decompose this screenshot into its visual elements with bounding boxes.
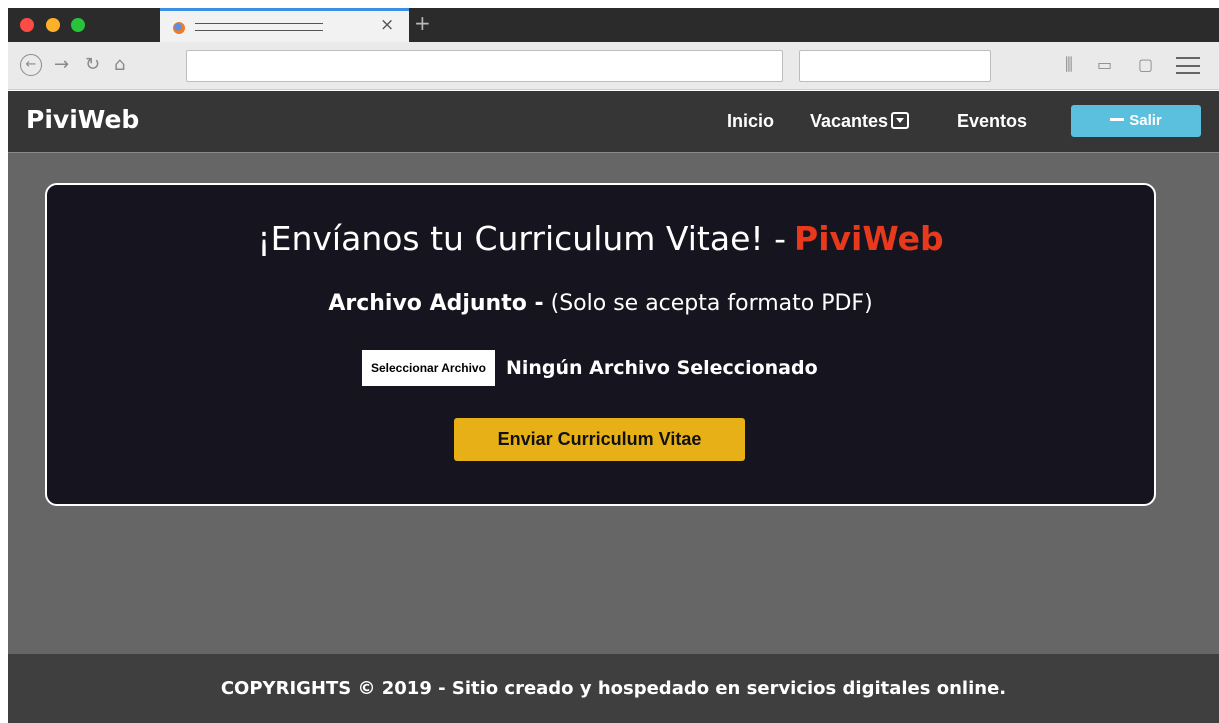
- browser-toolbar: ← → ↻ ⌂ ⫼ ▭ ▢: [8, 42, 1219, 90]
- minimize-window-button[interactable]: [46, 18, 60, 32]
- logout-button[interactable]: Salir: [1071, 105, 1201, 137]
- browser-tab[interactable]: ×: [160, 8, 409, 42]
- attachment-label: Archivo Adjunto -: [328, 291, 544, 316]
- brand-logo[interactable]: PiviWeb: [26, 105, 139, 134]
- nav-vacantes-label: Vacantes: [810, 111, 889, 131]
- nav-eventos[interactable]: Eventos: [957, 111, 1027, 132]
- library-icon[interactable]: ⫼: [1065, 54, 1073, 76]
- file-picker: Seleccionar Archivo Ningún Archivo Selecc…: [362, 350, 818, 386]
- dropdown-caret-icon: [891, 112, 910, 129]
- browser-search-input[interactable]: [799, 50, 991, 82]
- sidebar-icon[interactable]: ▢: [1138, 54, 1153, 76]
- reload-icon[interactable]: ↻: [85, 54, 100, 76]
- file-status: Ningún Archivo Seleccionado: [505, 357, 818, 379]
- site-footer: COPYRIGHTS © 2019 - Sitio creado y hospe…: [8, 654, 1219, 723]
- tab-title-placeholder: [195, 23, 323, 31]
- select-file-button[interactable]: Seleccionar Archivo: [362, 350, 495, 386]
- upload-card: ¡Envíanos tu Curriculum Vitae! - PiviWeb …: [45, 183, 1156, 506]
- close-window-button[interactable]: [20, 18, 34, 32]
- attachment-note: (Solo se acepta formato PDF): [550, 291, 873, 316]
- page-title-brand: PiviWeb: [794, 219, 944, 258]
- attachment-instructions: Archivo Adjunto - (Solo se acepta format…: [47, 291, 1154, 316]
- nav-inicio[interactable]: Inicio: [727, 111, 774, 132]
- url-bar[interactable]: [186, 50, 783, 82]
- minus-icon: [1110, 118, 1125, 121]
- copyright-text: COPYRIGHTS © 2019 - Sitio creado y hospe…: [220, 678, 1007, 699]
- site-header: PiviWeb Inicio Vacantes Eventos Salir: [8, 91, 1219, 153]
- menu-icon[interactable]: [1176, 57, 1200, 74]
- reader-icon[interactable]: ▭: [1097, 54, 1112, 76]
- logout-label: Salir: [1129, 112, 1162, 129]
- forward-icon[interactable]: →: [54, 54, 69, 76]
- close-tab-icon[interactable]: ×: [380, 15, 394, 35]
- submit-cv-button[interactable]: Enviar Curriculum Vitae: [454, 418, 745, 461]
- browser-titlebar: × +: [8, 8, 1219, 42]
- new-tab-icon[interactable]: +: [414, 11, 431, 35]
- back-icon[interactable]: ←: [20, 54, 42, 76]
- page-viewport: PiviWeb Inicio Vacantes Eventos Salir ¡E…: [8, 91, 1219, 723]
- maximize-window-button[interactable]: [71, 18, 85, 32]
- home-icon[interactable]: ⌂: [114, 54, 125, 76]
- firefox-icon: [173, 22, 185, 34]
- page-title: ¡Envíanos tu Curriculum Vitae! - PiviWeb: [47, 219, 1154, 258]
- nav-vacantes[interactable]: Vacantes: [810, 111, 910, 132]
- page-title-text: ¡Envíanos tu Curriculum Vitae! -: [257, 219, 787, 258]
